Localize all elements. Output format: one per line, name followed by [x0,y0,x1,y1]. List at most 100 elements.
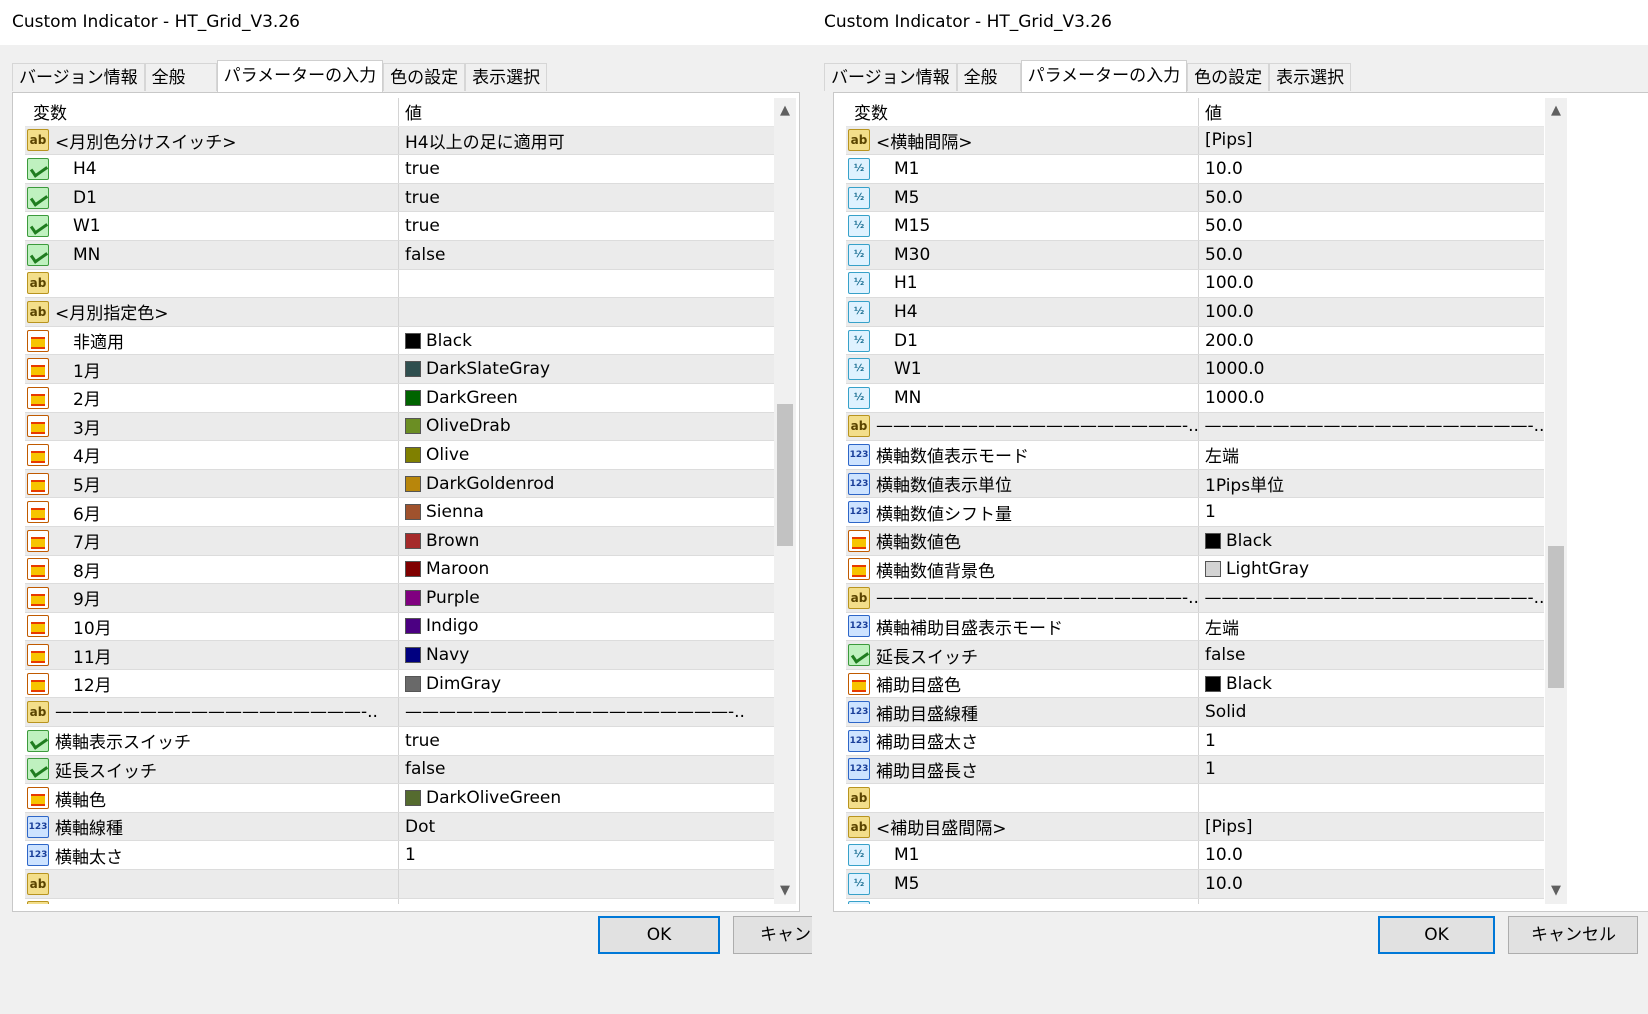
scroll-down-arrow-icon[interactable]: ▼ [774,881,796,901]
param-row[interactable]: 7月 Brown [25,526,785,556]
param-value-cell[interactable]: 1000.0 [1199,384,1264,412]
param-value-cell[interactable]: true [399,184,440,212]
param-row[interactable]: 123 横軸補助目盛表示モード 左端 [846,612,1544,642]
param-value-cell[interactable]: false [399,241,445,269]
param-row[interactable]: 123 補助目盛線種 Solid [846,698,1544,728]
param-row[interactable]: ab ——————————————————-.. —————————————————… [25,698,785,728]
param-row[interactable]: ½ MN 1000.0 [846,383,1544,413]
param-value-cell[interactable]: 10.0 [1199,841,1243,869]
param-row[interactable]: H4 true [25,155,785,184]
param-row[interactable]: ab <補助目盛間隔> [Pips] [846,812,1544,842]
param-row[interactable]: ½ M1 10.0 [846,841,1544,871]
param-value-cell[interactable]: false [399,756,445,784]
param-value-cell[interactable]: true [399,212,440,240]
param-row[interactable]: 5月 DarkGoldenrod [25,469,785,499]
param-row[interactable]: 2月 DarkGreen [25,383,785,413]
param-value-cell[interactable]: 10.0 [1199,870,1243,898]
param-row[interactable]: ½ M15 10.0 [846,898,1544,904]
param-value-cell[interactable]: 10.0 [1199,899,1243,904]
param-row[interactable]: 123 補助目盛長さ 1 [846,755,1544,785]
param-value-cell[interactable]: Black [399,327,472,355]
param-row[interactable]: 延長スイッチ false [25,755,785,785]
param-row[interactable]: 延長スイッチ false [846,641,1544,670]
param-value-cell[interactable]: 10.0 [1199,155,1243,183]
tab-version-info[interactable]: バージョン情報 [12,63,145,91]
param-row[interactable]: ½ M1 10.0 [846,155,1544,184]
param-value-cell[interactable]: [Pips] [1199,127,1253,155]
tab-colors[interactable]: 色の設定 [383,63,466,91]
param-value-cell[interactable]: 50.0 [1199,241,1243,269]
param-row[interactable]: ab [25,870,785,899]
param-value-cell[interactable]: 1 [1199,756,1216,784]
param-value-cell[interactable]: true [399,727,440,755]
param-row[interactable]: 4月 Olive [25,441,785,470]
param-row[interactable]: ½ D1 200.0 [846,326,1544,356]
param-row[interactable]: ½ H1 100.0 [846,269,1544,299]
tab-general[interactable]: 全般 [144,63,217,91]
param-row[interactable]: ab ——————————————————-.. —————————————————… [846,584,1544,613]
param-value-cell[interactable]: Sienna [399,498,484,526]
param-row[interactable]: 9月 Purple [25,584,785,613]
param-row[interactable]: ab [846,784,1544,813]
param-value-cell[interactable]: [Pips] [399,899,453,904]
param-row[interactable]: ½ M5 10.0 [846,870,1544,899]
param-value-cell[interactable]: Indigo [399,613,479,641]
param-value-cell[interactable]: 1 [1199,498,1216,526]
param-row[interactable]: 11月 Navy [25,641,785,670]
param-row[interactable]: 横軸数値背景色 LightGray [846,555,1544,585]
param-row[interactable]: ab <月別指定色> [25,298,785,327]
param-row[interactable]: 123 横軸数値表示モード 左端 [846,441,1544,470]
param-row[interactable]: ½ M15 50.0 [846,212,1544,241]
param-row[interactable]: 123 横軸線種 Dot [25,812,785,842]
param-value-cell[interactable]: Maroon [399,556,489,584]
param-value-cell[interactable]: DimGray [399,670,501,698]
ok-button[interactable]: OK [598,916,720,954]
param-row[interactable]: 10月 Indigo [25,612,785,642]
param-value-cell[interactable]: DarkOliveGreen [399,784,561,812]
param-row[interactable]: ab <月別色分けスイッチ> H4以上の足に適用可 [25,126,785,156]
param-value-cell[interactable]: 左端 [1199,441,1239,469]
param-value-cell[interactable]: Purple [399,584,480,612]
param-row[interactable]: W1 true [25,212,785,241]
param-row[interactable]: 横軸表示スイッチ true [25,727,785,756]
param-value-cell[interactable]: LightGray [1199,556,1309,584]
param-row[interactable]: 非適用 Black [25,326,785,356]
param-value-cell[interactable]: false [1199,641,1245,669]
tab-parameters[interactable]: パラメーターの入力 [1020,60,1188,92]
param-row[interactable]: MN false [25,240,785,270]
ok-button[interactable]: OK [1378,916,1495,954]
param-row[interactable]: 12月 DimGray [25,669,785,699]
param-row[interactable]: ½ M30 50.0 [846,240,1544,270]
param-value-cell[interactable]: ———————————————————-.. [1199,584,1544,612]
param-row[interactable]: 補助目盛色 Black [846,669,1544,699]
param-value-cell[interactable]: ———————————————————-.. [1199,413,1544,441]
cancel-button[interactable]: キャンセル [1508,916,1638,954]
param-row[interactable]: ½ H4 100.0 [846,298,1544,327]
param-value-cell[interactable]: H4以上の足に適用可 [399,127,565,155]
param-value-cell[interactable]: 1000.0 [1199,355,1264,383]
param-value-cell[interactable]: OliveDrab [399,413,511,441]
param-row[interactable]: 123 補助目盛太さ 1 [846,727,1544,756]
param-row[interactable]: 123 横軸太さ 1 [25,841,785,871]
param-value-cell[interactable]: DarkGreen [399,384,518,412]
param-row[interactable]: ab <横軸間隔> [Pips] [25,898,785,904]
param-value-cell[interactable]: Solid [1199,698,1246,726]
scroll-down-arrow-icon[interactable]: ▼ [1545,881,1567,901]
param-row[interactable]: ab [25,269,785,299]
param-row[interactable]: ½ M5 50.0 [846,183,1544,213]
param-row[interactable]: ½ W1 1000.0 [846,355,1544,384]
param-row[interactable]: 6月 Sienna [25,498,785,527]
vertical-scrollbar[interactable]: ▲ ▼ [1545,98,1567,904]
scroll-up-arrow-icon[interactable]: ▲ [774,101,796,121]
param-value-cell[interactable]: 200.0 [1199,327,1254,355]
param-row[interactable]: ab ——————————————————-.. —————————————————… [846,412,1544,442]
vertical-scrollbar[interactable]: ▲ ▼ [774,98,796,904]
param-row[interactable]: 8月 Maroon [25,555,785,585]
param-value-cell[interactable]: DarkGoldenrod [399,470,554,498]
param-value-cell[interactable]: 50.0 [1199,184,1243,212]
tab-version-info[interactable]: バージョン情報 [824,63,957,91]
param-value-cell[interactable]: DarkSlateGray [399,355,550,383]
param-value-cell[interactable]: Olive [399,441,469,469]
tab-display-select[interactable]: 表示選択 [465,63,548,91]
param-value-cell[interactable] [1199,784,1205,812]
